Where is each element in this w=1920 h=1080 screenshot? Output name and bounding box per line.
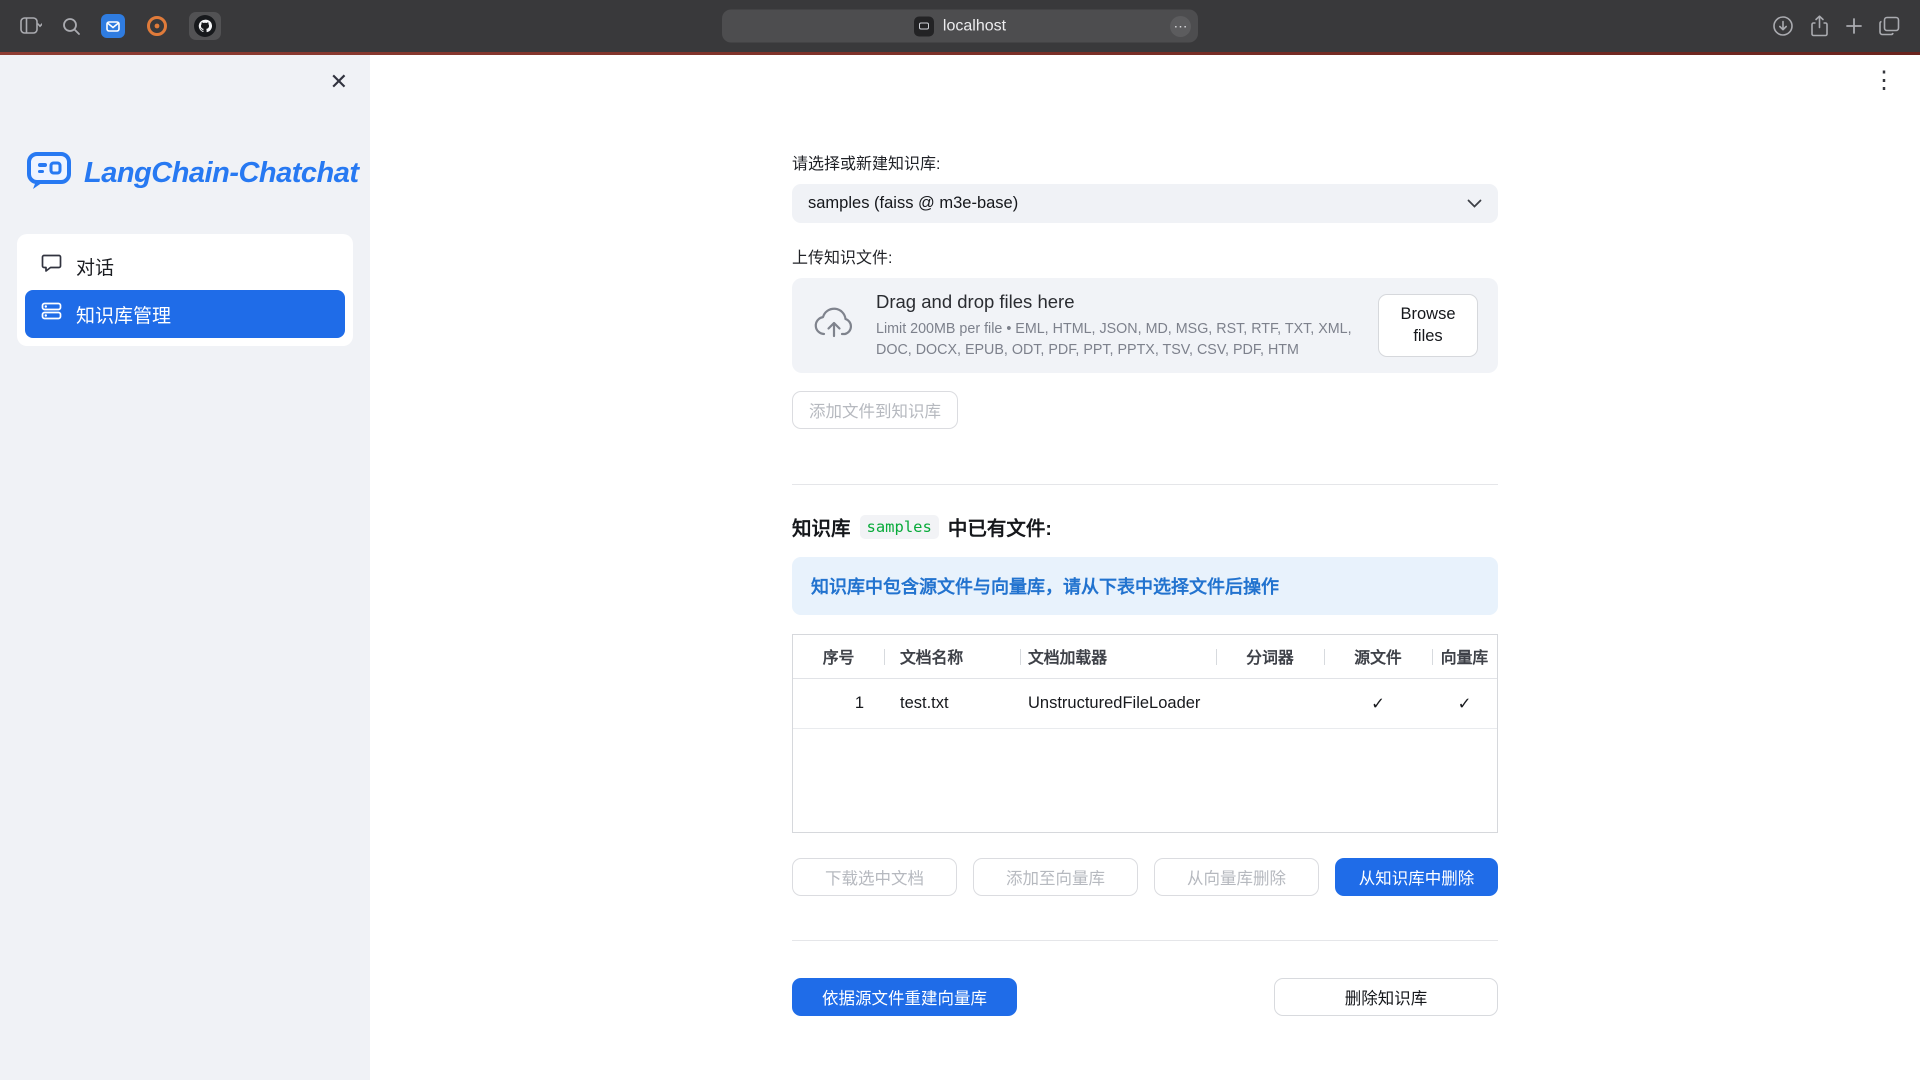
sidebar-toggle-button[interactable] bbox=[20, 17, 42, 35]
app-menu-icon[interactable]: ⋮ bbox=[1872, 69, 1896, 93]
table-header: 向量库 bbox=[1432, 635, 1497, 678]
sidebar-item-label: 知识库管理 bbox=[76, 301, 171, 328]
page-settings-icon[interactable]: ⋯ bbox=[1170, 16, 1191, 37]
download-selected-button[interactable]: 下载选中文档 bbox=[792, 858, 957, 896]
kb-heading-prefix: 知识库 bbox=[792, 512, 851, 541]
remove-from-vector-store-button[interactable]: 从向量库删除 bbox=[1154, 858, 1319, 896]
upload-label: 上传知识文件: bbox=[792, 244, 1498, 268]
logo-text: LangChain-Chatchat bbox=[84, 157, 359, 190]
divider bbox=[792, 940, 1498, 941]
kb-select-value: samples (faiss @ m3e-base) bbox=[808, 194, 1018, 213]
kb-files-heading: 知识库 samples 中已有文件: bbox=[792, 512, 1498, 541]
kb-files-table: 序号 文档名称 文档加载器 分词器 源文件 向量库 1 test.txt Uns… bbox=[792, 634, 1498, 833]
tab-overview-icon[interactable] bbox=[1879, 16, 1900, 36]
logo-chat-icon bbox=[26, 151, 72, 196]
table-header: 序号 bbox=[793, 635, 884, 678]
sidebar: ✕ LangChain-Chatchat 对 bbox=[0, 55, 370, 1080]
dropzone-limit-text: Limit 200MB per file • EML, HTML, JSON, … bbox=[876, 319, 1358, 360]
rebuild-vector-store-button[interactable]: 依据源文件重建向量库 bbox=[792, 978, 1017, 1016]
chevron-down-icon bbox=[1467, 194, 1482, 213]
delete-from-kb-button[interactable]: 从知识库中删除 bbox=[1335, 858, 1498, 896]
kb-name-code: samples bbox=[860, 515, 939, 539]
table-row[interactable]: 1 test.txt UnstructuredFileLoader ✓ ✓ bbox=[793, 679, 1497, 729]
file-uploader-dropzone[interactable]: Drag and drop files here Limit 200MB per… bbox=[792, 278, 1498, 373]
main-area: ⋮ 请选择或新建知识库: samples (faiss @ m3e-base) … bbox=[370, 55, 1920, 1080]
sidebar-close-icon[interactable]: ✕ bbox=[330, 71, 348, 93]
browse-files-button[interactable]: Browse files bbox=[1378, 294, 1478, 357]
share-icon[interactable] bbox=[1810, 15, 1829, 37]
sidebar-item-dialogue[interactable]: 对话 bbox=[25, 242, 345, 290]
chat-bubble-icon bbox=[41, 253, 62, 279]
table-header-row: 序号 文档名称 文档加载器 分词器 源文件 向量库 bbox=[793, 635, 1497, 679]
url-text: localhost bbox=[943, 17, 1006, 35]
downloads-icon[interactable] bbox=[1772, 15, 1794, 37]
table-empty-area bbox=[793, 729, 1497, 832]
table-header: 文档加载器 bbox=[1020, 635, 1216, 678]
delete-kb-button[interactable]: 删除知识库 bbox=[1274, 978, 1498, 1016]
select-kb-label: 请选择或新建知识库: bbox=[792, 150, 1498, 174]
table-header: 文档名称 bbox=[884, 635, 1020, 678]
cell-index: 1 bbox=[793, 679, 884, 728]
address-bar[interactable]: localhost ⋯ bbox=[722, 10, 1198, 43]
info-banner: 知识库中包含源文件与向量库，请从下表中选择文件后操作 bbox=[792, 557, 1498, 615]
kb-heading-suffix: 中已有文件: bbox=[948, 512, 1052, 541]
kb-management-row: 依据源文件重建向量库 删除知识库 bbox=[792, 978, 1498, 1016]
cell-vector-check: ✓ bbox=[1432, 679, 1497, 728]
cell-filename: test.txt bbox=[884, 679, 1020, 728]
extension-orange-icon[interactable] bbox=[145, 14, 169, 38]
divider bbox=[792, 484, 1498, 485]
cell-source-check: ✓ bbox=[1324, 679, 1432, 728]
site-favicon bbox=[914, 16, 934, 36]
search-icon[interactable] bbox=[62, 17, 81, 36]
cell-splitter bbox=[1216, 679, 1324, 728]
add-files-button[interactable]: 添加文件到知识库 bbox=[792, 391, 958, 429]
table-header: 分词器 bbox=[1216, 635, 1324, 678]
kb-selectbox[interactable]: samples (faiss @ m3e-base) bbox=[792, 184, 1498, 223]
sidebar-menu: 对话 知识库管理 bbox=[17, 234, 353, 346]
table-header: 源文件 bbox=[1324, 635, 1432, 678]
knowledge-base-icon bbox=[41, 302, 62, 326]
sidebar-item-label: 对话 bbox=[76, 253, 114, 280]
github-extension-icon[interactable] bbox=[189, 12, 221, 40]
cloud-upload-icon bbox=[812, 306, 856, 345]
file-actions-row: 下载选中文档 添加至向量库 从向量库删除 从知识库中删除 bbox=[792, 858, 1498, 896]
add-to-vector-store-button[interactable]: 添加至向量库 bbox=[973, 858, 1138, 896]
new-tab-icon[interactable] bbox=[1845, 17, 1863, 35]
sidebar-item-knowledge-base[interactable]: 知识库管理 bbox=[25, 290, 345, 338]
app-logo: LangChain-Chatchat bbox=[26, 151, 370, 196]
extension-blue-icon[interactable] bbox=[101, 14, 125, 38]
browser-toolbar: localhost ⋯ bbox=[0, 0, 1920, 52]
dropzone-title: Drag and drop files here bbox=[876, 291, 1358, 313]
cell-loader: UnstructuredFileLoader bbox=[1020, 679, 1216, 728]
